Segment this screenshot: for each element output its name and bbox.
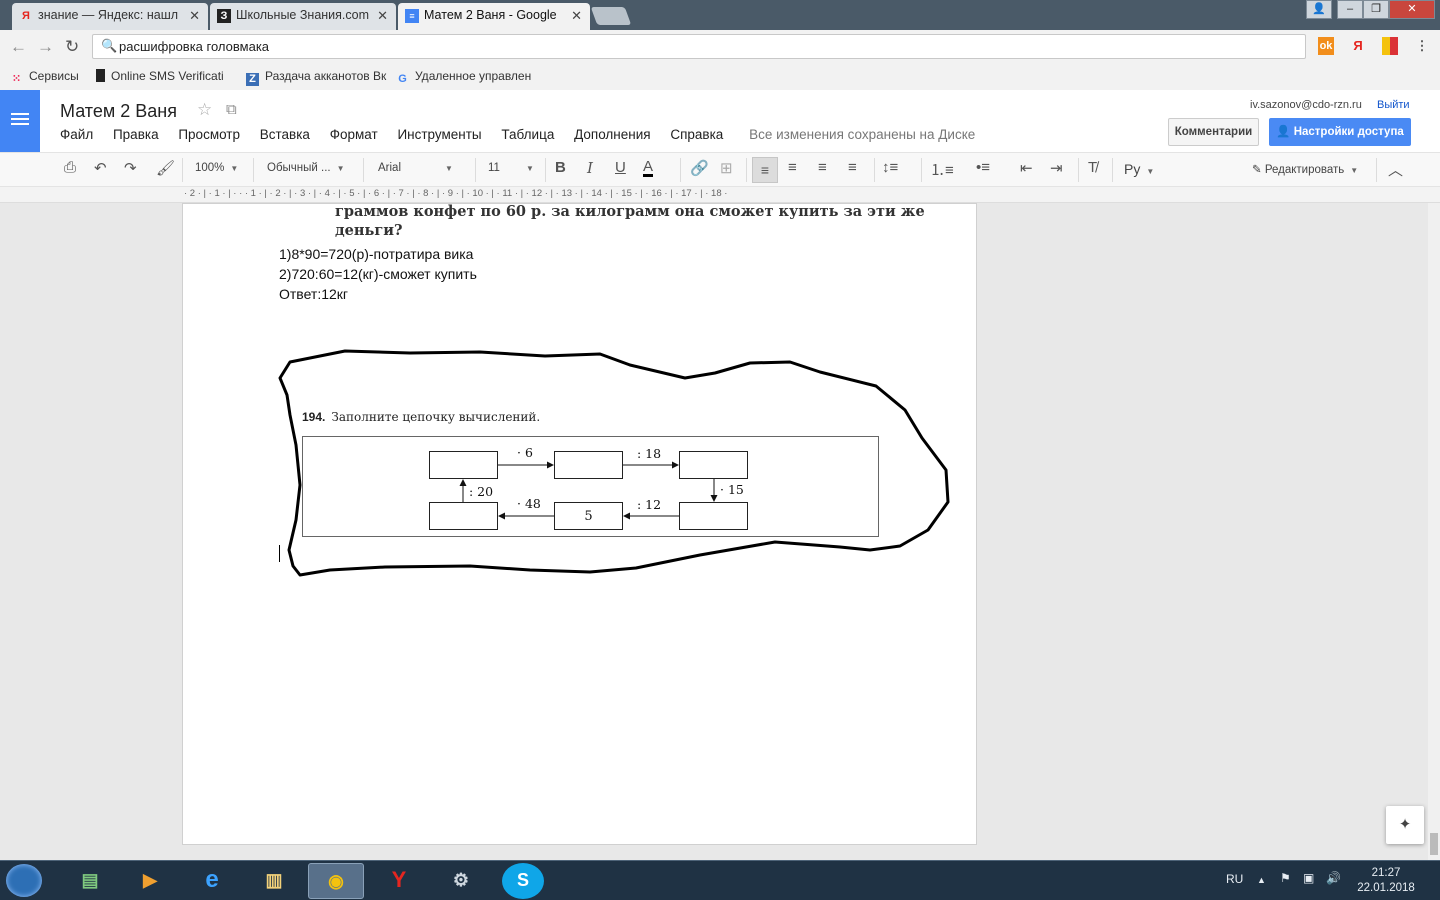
steam-icon[interactable]: ⚙ bbox=[433, 863, 489, 899]
operation-label: : 20 bbox=[469, 484, 494, 499]
chrome-icon[interactable]: ◉ bbox=[308, 863, 364, 899]
volume-icon[interactable]: 🔊 bbox=[1326, 871, 1341, 885]
language-indicator[interactable]: RU bbox=[1226, 872, 1243, 886]
taskbar: ▤ ▶ e ▥ ◉ Y ⚙ S RU ▲ ⚑ ▣ 🔊 21:27 22.01.2… bbox=[0, 860, 1440, 900]
chain-arrows bbox=[459, 461, 718, 520]
chain-box: 5 bbox=[554, 502, 623, 530]
operation-label: · 48 bbox=[517, 496, 541, 511]
explore-button[interactable]: ✦ bbox=[1386, 806, 1424, 844]
operation-label: : 12 bbox=[637, 497, 662, 512]
clock-time: 21:27 bbox=[1371, 867, 1401, 879]
show-hidden-icons-icon[interactable]: ▲ bbox=[1257, 875, 1266, 885]
operation-label: · 15 bbox=[720, 482, 744, 497]
text-cursor bbox=[279, 545, 280, 562]
yandex-browser-icon[interactable]: Y bbox=[371, 863, 427, 899]
chain-box bbox=[679, 451, 748, 479]
chain-box bbox=[554, 451, 623, 479]
action-center-flag-icon[interactable]: ⚑ bbox=[1280, 871, 1291, 885]
network-icon[interactable]: ▣ bbox=[1303, 871, 1314, 885]
file-explorer-icon[interactable]: ▥ bbox=[246, 863, 302, 899]
skype-icon[interactable]: S bbox=[502, 863, 544, 899]
clock-date: 22.01.2018 bbox=[1357, 882, 1415, 894]
operation-label: : 18 bbox=[637, 446, 662, 461]
scrollbar[interactable] bbox=[1428, 203, 1440, 860]
system-clock[interactable]: 21:27 22.01.2018 bbox=[1356, 866, 1416, 896]
chain-box bbox=[429, 451, 498, 479]
operation-label: · 6 bbox=[517, 445, 533, 460]
explore-icon: ✦ bbox=[1398, 816, 1412, 833]
media-player-icon[interactable]: ▶ bbox=[122, 863, 178, 899]
chain-box bbox=[679, 502, 748, 530]
scrollbar-thumb[interactable] bbox=[1430, 833, 1438, 855]
task-manager-icon[interactable]: ▤ bbox=[62, 863, 118, 899]
start-button[interactable] bbox=[6, 864, 42, 897]
internet-explorer-icon[interactable]: e bbox=[184, 863, 240, 899]
chain-box bbox=[429, 502, 498, 530]
